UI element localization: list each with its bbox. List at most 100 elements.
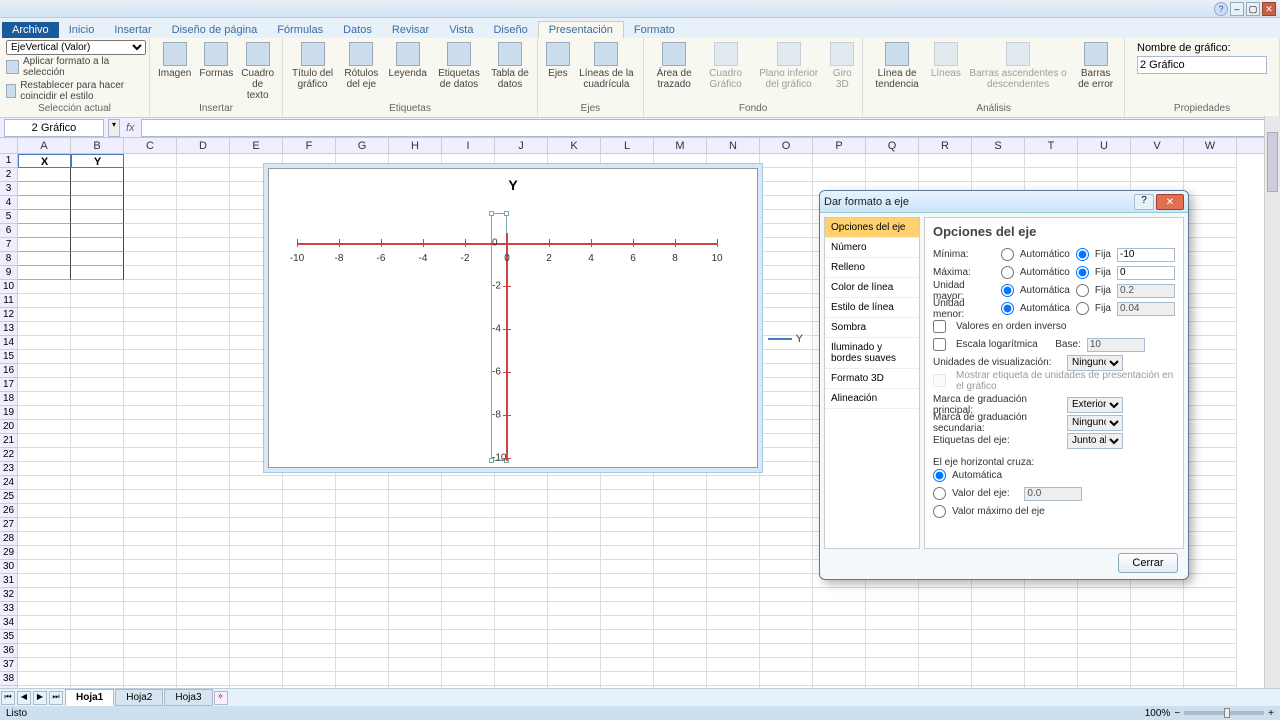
cell-B14[interactable] — [71, 336, 124, 350]
cell-G24[interactable] — [336, 476, 389, 490]
cell-O32[interactable] — [760, 588, 813, 602]
cell-D33[interactable] — [177, 602, 230, 616]
cell-C31[interactable] — [124, 574, 177, 588]
cell-L26[interactable] — [601, 504, 654, 518]
vertical-axis-selection[interactable] — [491, 213, 507, 461]
cell-C29[interactable] — [124, 546, 177, 560]
cell-W8[interactable] — [1184, 252, 1237, 266]
cell-L37[interactable] — [601, 658, 654, 672]
cell-C21[interactable] — [124, 434, 177, 448]
cell-C1[interactable] — [124, 154, 177, 168]
cell-N38[interactable] — [707, 672, 760, 686]
cell-L30[interactable] — [601, 560, 654, 574]
cell-D25[interactable] — [177, 490, 230, 504]
cell-A13[interactable] — [18, 322, 71, 336]
cell-K38[interactable] — [548, 672, 601, 686]
cell-K37[interactable] — [548, 658, 601, 672]
cell-F34[interactable] — [283, 616, 336, 630]
formula-input[interactable] — [141, 119, 1280, 137]
cell-W27[interactable] — [1184, 518, 1237, 532]
cell-M26[interactable] — [654, 504, 707, 518]
col-header-M[interactable]: M — [654, 138, 707, 153]
cell-O2[interactable] — [760, 168, 813, 182]
close-button[interactable]: ✕ — [1262, 2, 1276, 16]
col-header-Q[interactable]: Q — [866, 138, 919, 153]
cell-O21[interactable] — [760, 434, 813, 448]
cell-A2[interactable] — [18, 168, 71, 182]
cell-N28[interactable] — [707, 532, 760, 546]
cell-B33[interactable] — [71, 602, 124, 616]
cell-C7[interactable] — [124, 238, 177, 252]
row-header-37[interactable]: 37 — [0, 658, 18, 672]
cell-A19[interactable] — [18, 406, 71, 420]
cell-A5[interactable] — [18, 210, 71, 224]
row-header-7[interactable]: 7 — [0, 238, 18, 252]
row-header-20[interactable]: 20 — [0, 420, 18, 434]
cell-S2[interactable] — [972, 168, 1025, 182]
col-header-P[interactable]: P — [813, 138, 866, 153]
sheet-tab-hoja3[interactable]: Hoja3 — [164, 689, 212, 706]
shapes-button[interactable]: Formas — [197, 40, 235, 103]
cell-H30[interactable] — [389, 560, 442, 574]
cell-A20[interactable] — [18, 420, 71, 434]
cell-D13[interactable] — [177, 322, 230, 336]
cell-N24[interactable] — [707, 476, 760, 490]
cell-D4[interactable] — [177, 196, 230, 210]
cell-I1[interactable] — [442, 154, 495, 168]
cell-M31[interactable] — [654, 574, 707, 588]
menu-inicio[interactable]: Inicio — [59, 22, 105, 38]
cell-B1[interactable]: Y — [71, 154, 124, 168]
chart-wall-button[interactable]: Cuadro Gráfico — [702, 40, 748, 92]
cell-O5[interactable] — [760, 210, 813, 224]
cell-C26[interactable] — [124, 504, 177, 518]
cell-F38[interactable] — [283, 672, 336, 686]
cell-B20[interactable] — [71, 420, 124, 434]
cell-H36[interactable] — [389, 644, 442, 658]
cell-H35[interactable] — [389, 630, 442, 644]
cell-S32[interactable] — [972, 588, 1025, 602]
cell-O29[interactable] — [760, 546, 813, 560]
cell-B18[interactable] — [71, 392, 124, 406]
cell-O27[interactable] — [760, 518, 813, 532]
dialog-help-button[interactable]: ? — [1134, 194, 1154, 210]
cell-W18[interactable] — [1184, 392, 1237, 406]
cell-M25[interactable] — [654, 490, 707, 504]
cell-F26[interactable] — [283, 504, 336, 518]
cell-I26[interactable] — [442, 504, 495, 518]
cell-B17[interactable] — [71, 378, 124, 392]
cell-H31[interactable] — [389, 574, 442, 588]
axes-button[interactable]: Ejes — [544, 40, 572, 92]
cell-E37[interactable] — [230, 658, 283, 672]
scrollbar-thumb[interactable] — [1267, 132, 1278, 192]
cell-T1[interactable] — [1025, 154, 1078, 168]
cell-W21[interactable] — [1184, 434, 1237, 448]
cell-K26[interactable] — [548, 504, 601, 518]
cell-F24[interactable] — [283, 476, 336, 490]
chart-title[interactable]: Y — [269, 177, 757, 193]
cell-H33[interactable] — [389, 602, 442, 616]
row-header-36[interactable]: 36 — [0, 644, 18, 658]
dialog-titlebar[interactable]: Dar formato a eje ? ✕ — [820, 191, 1188, 213]
cell-B3[interactable] — [71, 182, 124, 196]
cell-S36[interactable] — [972, 644, 1025, 658]
cell-A7[interactable] — [18, 238, 71, 252]
cell-E31[interactable] — [230, 574, 283, 588]
cell-T32[interactable] — [1025, 588, 1078, 602]
sheet-nav-prev[interactable]: ◀ — [17, 691, 31, 705]
cell-M34[interactable] — [654, 616, 707, 630]
cell-N1[interactable] — [707, 154, 760, 168]
cell-O28[interactable] — [760, 532, 813, 546]
cell-N26[interactable] — [707, 504, 760, 518]
chart-legend[interactable]: Y — [768, 333, 803, 345]
cell-B37[interactable] — [71, 658, 124, 672]
col-header-E[interactable]: E — [230, 138, 283, 153]
cell-V38[interactable] — [1131, 672, 1184, 686]
row-header-9[interactable]: 9 — [0, 266, 18, 280]
cell-A9[interactable] — [18, 266, 71, 280]
cell-D18[interactable] — [177, 392, 230, 406]
cell-W10[interactable] — [1184, 280, 1237, 294]
row-header-4[interactable]: 4 — [0, 196, 18, 210]
cell-R38[interactable] — [919, 672, 972, 686]
col-header-I[interactable]: I — [442, 138, 495, 153]
cell-F37[interactable] — [283, 658, 336, 672]
